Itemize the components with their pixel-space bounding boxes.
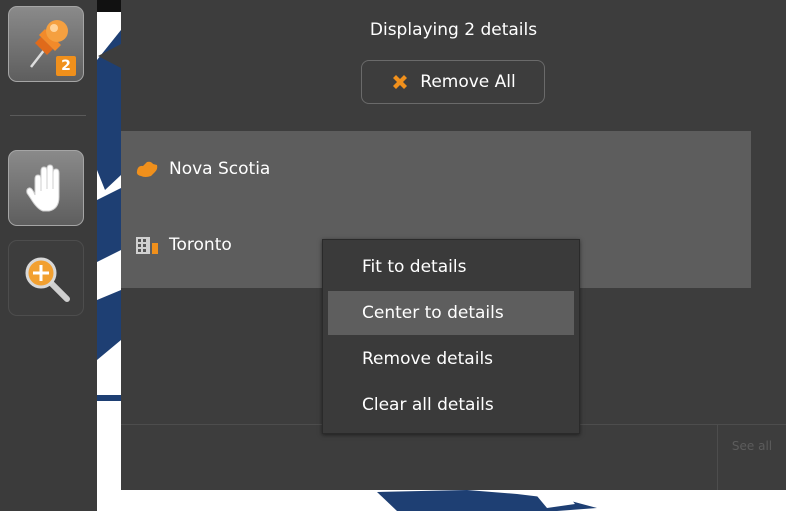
toolbar-separator bbox=[10, 115, 86, 116]
map-canvas-bottom[interactable] bbox=[97, 490, 786, 511]
remove-x-icon bbox=[393, 75, 408, 89]
list-item[interactable]: Toronto bbox=[135, 235, 232, 255]
panel-pointer bbox=[98, 44, 121, 68]
map-canvas[interactable] bbox=[97, 0, 121, 511]
menu-item-center-to-details[interactable]: Center to details bbox=[328, 291, 574, 335]
details-pin-button[interactable]: 2 bbox=[8, 6, 84, 82]
remove-all-label: Remove All bbox=[420, 72, 516, 92]
pan-tool-button[interactable] bbox=[8, 150, 84, 226]
zoom-in-tool-button[interactable] bbox=[8, 240, 84, 316]
map-fragment bbox=[97, 0, 121, 401]
menu-item-remove-details[interactable]: Remove details bbox=[328, 337, 574, 381]
list-item-label: Nova Scotia bbox=[169, 159, 271, 179]
menu-item-fit-to-details[interactable]: Fit to details bbox=[328, 245, 574, 289]
hand-icon bbox=[26, 164, 60, 212]
list-item-label: Toronto bbox=[169, 235, 232, 255]
building-chart-icon bbox=[136, 237, 158, 254]
map-fragment-bottom bbox=[377, 490, 597, 511]
list-item[interactable]: Nova Scotia bbox=[135, 159, 270, 179]
context-menu: Fit to details Center to details Remove … bbox=[322, 239, 580, 434]
map-toolbar: 2 bbox=[0, 0, 97, 511]
remove-all-button[interactable]: Remove All bbox=[361, 60, 545, 104]
see-all-button[interactable]: See all bbox=[717, 425, 786, 490]
region-shape-icon bbox=[136, 161, 158, 177]
details-count-badge: 2 bbox=[56, 56, 76, 76]
menu-item-clear-all-details[interactable]: Clear all details bbox=[328, 383, 574, 427]
panel-title: Displaying 2 details bbox=[369, 20, 538, 40]
zoom-in-icon bbox=[25, 257, 70, 302]
